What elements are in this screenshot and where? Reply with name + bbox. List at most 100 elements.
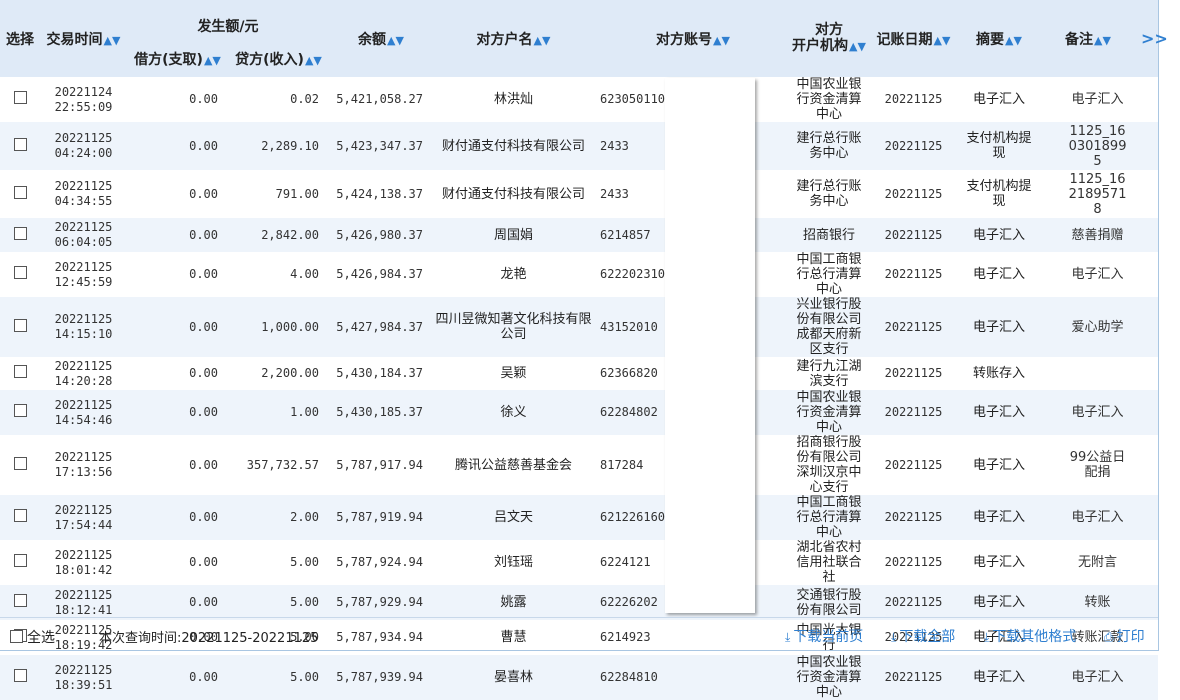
row-payee-name-cell: 吴颖	[433, 357, 594, 390]
header-summary[interactable]: 摘要▲▼	[961, 0, 1038, 77]
header-balance[interactable]: 余额▲▼	[329, 0, 433, 77]
row-debit-cell: 0.00	[127, 435, 228, 495]
header-amount-group: 发生额/元	[127, 0, 329, 40]
row-checkbox[interactable]	[13, 456, 27, 470]
row-checkbox[interactable]	[13, 669, 27, 682]
row-date: 20221125	[54, 547, 113, 562]
header-debit[interactable]: 借方(支取)▲▼	[127, 40, 228, 77]
row-select-cell[interactable]	[0, 540, 40, 585]
row-select-cell[interactable]	[0, 390, 40, 435]
row-payee-name: 刘钰瑶	[493, 555, 533, 570]
row-select-cell[interactable]	[0, 435, 40, 495]
table-row[interactable]: 20221125 06:04:05 0.00 2,842.00 5,426,980.37…	[0, 218, 1159, 252]
table-row[interactable]: 20221125 18:12:41 0.00 5.00 5,787,929.94 姚露 62…	[0, 585, 1159, 620]
row-checkbox[interactable]	[13, 554, 27, 567]
row-credit-cell: 2.00	[228, 495, 329, 540]
row-time: 18:39:51	[54, 677, 113, 692]
row-select-cell[interactable]	[0, 122, 40, 170]
next-columns-button[interactable]: >>	[1141, 29, 1168, 48]
row-payee-account: 6214857	[600, 227, 651, 242]
select-all[interactable]: 全选	[10, 627, 55, 647]
row-debit: 0.00	[189, 267, 218, 281]
row-debit: 0.00	[189, 227, 218, 242]
row-checkbox[interactable]	[13, 266, 27, 279]
row-payee-bank: 中国农业银行资金清算中心	[796, 390, 862, 435]
row-blank-cell: 20221125 14:15:10	[40, 297, 127, 357]
row-balance-cell: 5,426,984.37	[329, 252, 433, 297]
row-balance-cell: 5,430,185.37	[329, 390, 433, 435]
header-credit[interactable]: 贷方(收入)▲▼	[228, 40, 329, 77]
row-date: 20221125	[54, 358, 113, 373]
row-payee-account: 2433	[600, 138, 629, 153]
row-select-cell[interactable]	[0, 170, 40, 218]
table-row[interactable]: 20221125 17:13:56 0.00 357,732.57 5,787,917.…	[0, 435, 1158, 495]
row-blank-cell: 20221125 18:12:41	[40, 585, 127, 620]
row-payee-bank-cell: 兴业银行股份有限公司成都天府新区支行	[792, 297, 867, 357]
sort-icon: ▲▼	[533, 33, 551, 47]
row-checkbox[interactable]	[13, 185, 27, 199]
header-post-date[interactable]: 记账日期▲▼	[866, 0, 962, 77]
row-payee-bank: 招商银行	[803, 227, 856, 243]
row-date: 20221125	[54, 450, 113, 464]
sort-icon: ▲▼	[304, 53, 322, 67]
row-balance: 5,787,919.94	[336, 510, 423, 524]
row-checkbox[interactable]	[13, 91, 27, 104]
table-row[interactable]: 20221125 14:54:46 0.00 1.00 5,430,185.37 徐义 62…	[0, 390, 1159, 435]
row-checkbox[interactable]	[13, 137, 27, 151]
header-time[interactable]: 交易时间▲▼	[40, 0, 127, 77]
download-all-button[interactable]: ⤓ 下载全部	[891, 626, 955, 646]
row-credit-cell: 2,842.00	[228, 218, 329, 252]
row-select-cell[interactable]	[0, 77, 40, 122]
table-row[interactable]: 20221125 18:01:42 0.00 5.00 5,787,924.94 刘钰瑶 6…	[0, 540, 1158, 585]
header-payee-bank[interactable]: 对方 开户机构▲▼	[792, 0, 867, 77]
row-balance-cell: 5,426,980.37	[329, 218, 433, 252]
header-payee-account[interactable]: 对方账号▲▼	[594, 0, 793, 77]
sort-icon: ▲▼	[203, 53, 221, 67]
row-select-cell[interactable]	[0, 218, 40, 252]
download-page-button[interactable]: ⤓ 下载当前页	[785, 626, 863, 646]
row-credit-cell: 0.02	[228, 77, 329, 122]
row-payee-name: 晏喜林	[493, 670, 533, 685]
row-debit-cell: 0.00	[127, 655, 228, 700]
row-checkbox[interactable]	[13, 594, 27, 607]
row-summary-cell: 电子汇入	[961, 252, 1037, 297]
row-checkbox[interactable]	[13, 509, 27, 522]
row-checkbox[interactable]	[13, 404, 27, 417]
row-date: 20221125	[54, 587, 113, 602]
table-row[interactable]: 20221125 04:34:55 0.00 791.00 5,424,138.37 财付…	[0, 170, 1158, 218]
table-row[interactable]: 20221124 22:55:09 0.00 0.02 5,421,058.27 林洪灿 6…	[0, 77, 1158, 122]
table-row[interactable]: 20221125 12:45:59 0.00 4.00 5,426,984.37 龙艳 62…	[0, 252, 1158, 297]
row-summary: 电子汇入	[973, 510, 1026, 525]
table-row[interactable]: 20221125 14:15:10 0.00 1,000.00 5,427,984.37…	[0, 297, 1159, 357]
row-checkbox[interactable]	[13, 318, 27, 332]
header-payee-name[interactable]: 对方户名▲▼	[433, 0, 594, 77]
row-payee-bank-cell: 中国农业银行资金清算中心	[792, 390, 867, 435]
select-all-checkbox[interactable]	[10, 630, 23, 643]
table-row[interactable]: 20221125 14:20:28 0.00 2,200.00 5,430,184.37…	[0, 357, 1158, 390]
row-summary: 电子汇入	[973, 405, 1026, 420]
row-checkbox[interactable]	[13, 226, 27, 240]
row-blank-cell	[694, 655, 793, 700]
row-summary-cell: 电子汇入	[961, 495, 1038, 540]
row-summary: 电子汇入	[973, 670, 1026, 685]
row-select-cell[interactable]	[0, 297, 40, 357]
row-balance: 5,421,058.27	[336, 92, 423, 106]
row-select-cell[interactable]	[0, 252, 40, 297]
row-payee-account: 62226202	[600, 595, 658, 609]
row-select-cell[interactable]	[0, 655, 40, 700]
print-button[interactable]: ⎙ 打印	[1104, 626, 1145, 646]
table-row[interactable]: 20221125 18:39:51 0.00 5.00 5,787,939.94 晏喜林 6…	[0, 655, 1159, 700]
row-select-cell[interactable]	[0, 357, 40, 390]
row-select-cell[interactable]	[0, 495, 40, 540]
row-checkbox[interactable]	[13, 365, 27, 378]
download-other-format-button[interactable]: ⤓ 下载其他格式	[984, 626, 1076, 646]
row-remark: 99公益日配捐	[1069, 450, 1126, 480]
row-payee-bank-cell: 建行总行账务中心	[792, 122, 867, 170]
table-row[interactable]: 20221125 17:54:44 0.00 2.00 5,787,919.94 吕文天 6…	[0, 495, 1159, 540]
header-remark[interactable]: 备注▲▼ >>	[1037, 0, 1168, 77]
table-row[interactable]: 20221125 04:24:00 0.00 2,289.10 5,423,347.37…	[0, 122, 1159, 170]
row-balance: 5,787,917.94	[336, 457, 423, 472]
row-remark: 电子汇入	[1071, 267, 1124, 282]
row-payee-name: 徐义	[500, 405, 527, 420]
row-select-cell[interactable]	[0, 585, 40, 620]
